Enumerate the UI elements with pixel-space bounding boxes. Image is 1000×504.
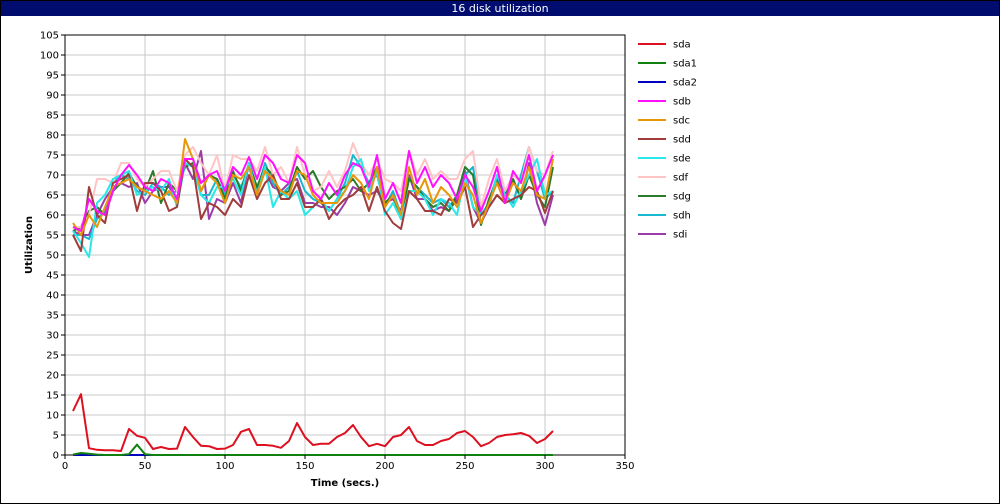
y-axis-title: Utilization [24, 216, 35, 274]
legend-label-sda2: sda2 [673, 78, 697, 89]
legend-label-sdf: sdf [673, 173, 689, 184]
y-tick-label: 90 [46, 91, 59, 102]
y-tick-label: 15 [46, 391, 59, 402]
legend-label-sdd: sdd [673, 135, 691, 146]
plot-area [64, 34, 626, 456]
y-tick-label: 0 [53, 451, 59, 462]
y-tick-label: 50 [46, 251, 59, 262]
x-tick-label: 0 [62, 461, 68, 472]
x-tick-label: 350 [615, 461, 634, 472]
x-tick-label: 50 [139, 461, 152, 472]
line-chart: 0 5 10 15 20 25 30 35 40 45 50 55 60 65 70 75 80 85 90 95 10… [24, 31, 697, 490]
y-tick-label: 100 [40, 51, 59, 62]
y-tick-label: 75 [46, 151, 59, 162]
x-tick-label: 300 [535, 461, 554, 472]
y-tick-label: 85 [46, 111, 59, 122]
y-tick-label: 95 [46, 71, 59, 82]
x-tick-label: 150 [295, 461, 314, 472]
legend-label-sdi: sdi [673, 230, 687, 241]
legend-label-sdb: sdb [673, 97, 691, 108]
y-tick-label: 105 [40, 31, 59, 42]
y-tick-label: 20 [46, 371, 59, 382]
legend-label-sdc: sdc [673, 116, 690, 127]
y-tick-label: 25 [46, 351, 59, 362]
y-tick-label: 10 [46, 411, 59, 422]
legend-label-sdh: sdh [673, 211, 691, 222]
y-tick-label: 60 [46, 211, 59, 222]
y-tick-label: 40 [46, 291, 59, 302]
x-tick-label: 100 [215, 461, 234, 472]
x-tick-label: 250 [455, 461, 474, 472]
legend-label-sda: sda [673, 40, 691, 51]
y-tick-label: 70 [46, 171, 59, 182]
legend-label-sda1: sda1 [673, 59, 697, 70]
y-tick-label: 30 [46, 331, 59, 342]
legend-label-sde: sde [673, 154, 691, 165]
grid-lines [64, 34, 626, 456]
y-tick-label: 35 [46, 311, 59, 322]
legend-label-sdg: sdg [673, 192, 691, 203]
x-axis-title: Time (secs.) [311, 478, 380, 489]
y-tick-label: 80 [46, 131, 59, 142]
y-tick-label: 65 [46, 191, 59, 202]
y-tick-label: 5 [53, 431, 59, 442]
legend: sda sda1 sda2 sdb sdc sdd sde sdf sdg sdh sdi [638, 40, 697, 241]
y-tick-label: 55 [46, 231, 59, 242]
y-tick-label: 45 [46, 271, 59, 282]
x-tick-label: 200 [375, 461, 394, 472]
